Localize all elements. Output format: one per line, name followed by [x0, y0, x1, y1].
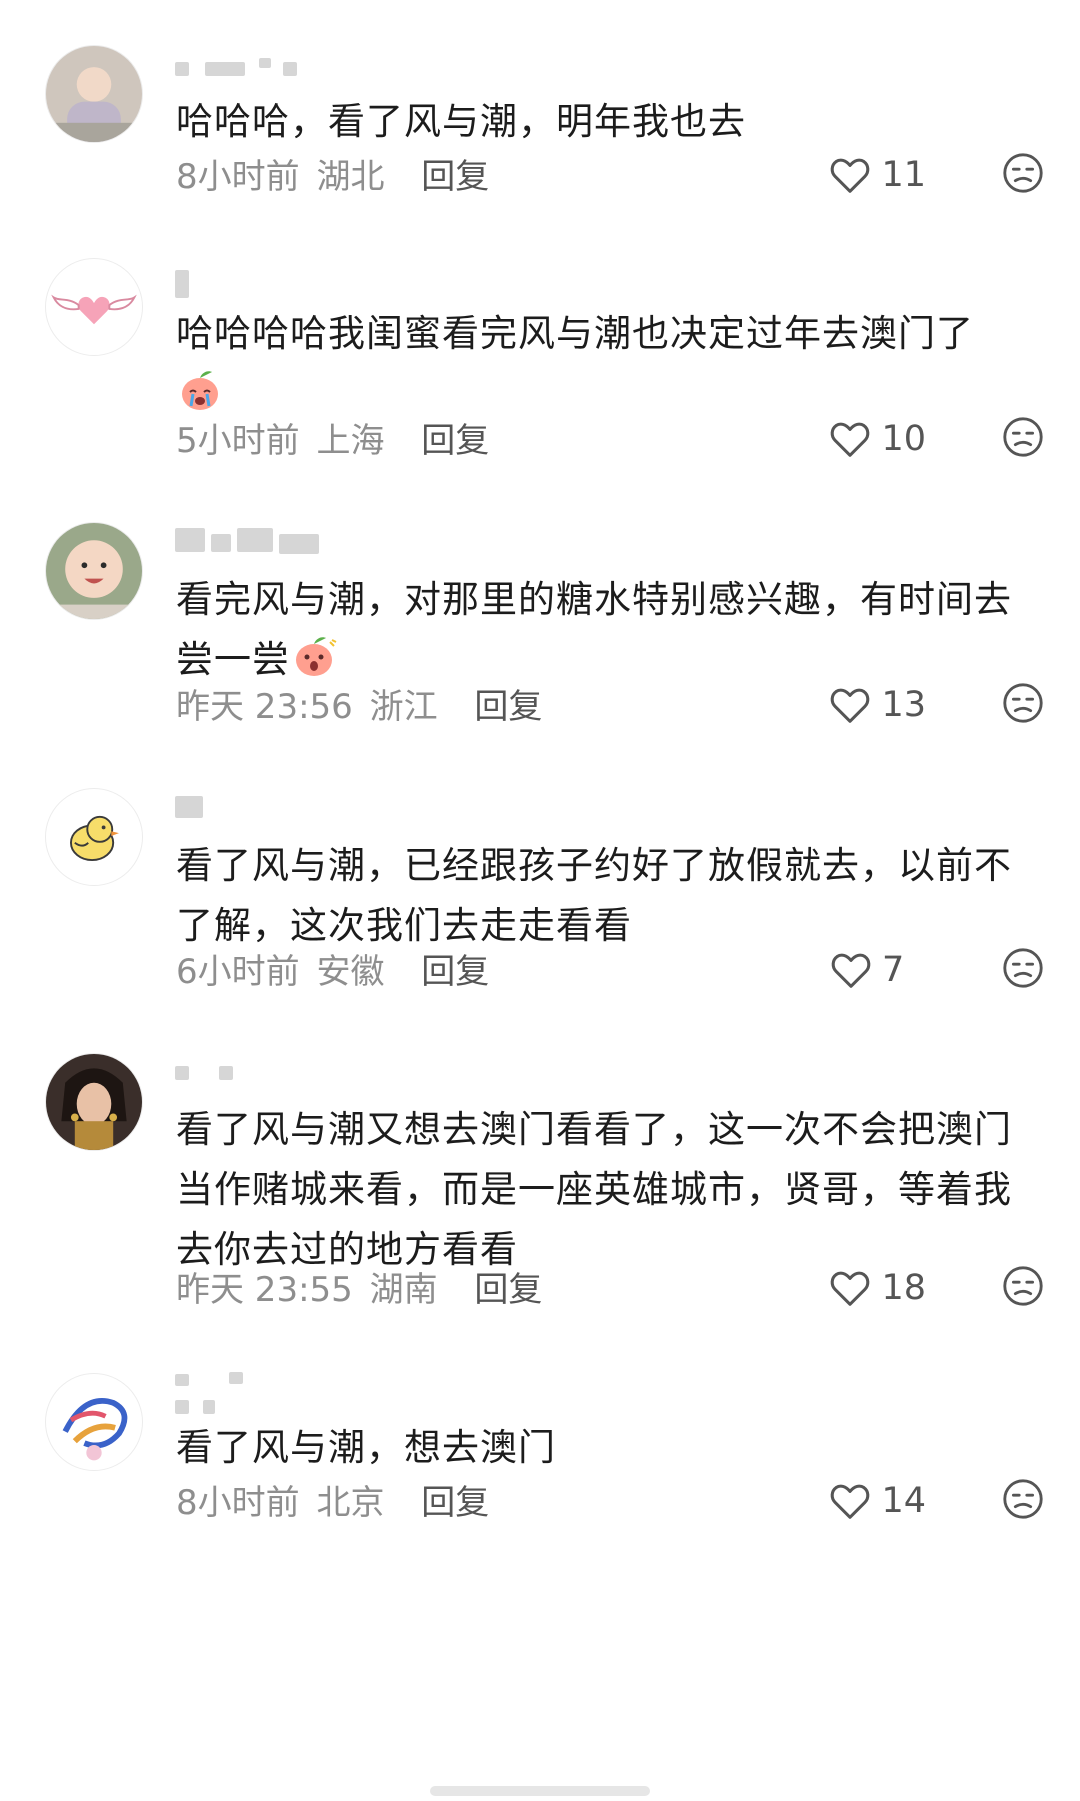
- dislike-face-icon[interactable]: [1000, 1476, 1046, 1522]
- crying-peach-emoji-icon: [176, 366, 224, 414]
- like-button[interactable]: 18: [827, 1263, 926, 1313]
- comment-time: 昨天 23:56: [176, 687, 353, 727]
- comment-time: 6小时前: [176, 952, 300, 992]
- comment-text: 哈哈哈，看了风与潮，明年我也去: [176, 100, 746, 143]
- baby-photo-avatar-icon: [46, 46, 142, 142]
- like-button[interactable]: 14: [827, 1476, 926, 1526]
- comment-text: 看了风与潮又想去澳门看看了，这一次不会把澳门当作赌城来看，而是一座英雄城市，贤哥…: [176, 1108, 1012, 1271]
- dislike-face-icon[interactable]: [1000, 1263, 1046, 1309]
- avatar[interactable]: [45, 1373, 143, 1471]
- comment-meta: 6小时前 安徽 回复 7: [176, 947, 1056, 997]
- heart-icon: [831, 1484, 870, 1519]
- woman-portrait-avatar-icon: [46, 1054, 142, 1150]
- comment-meta: 8小时前 北京 回复 14: [176, 1478, 1056, 1528]
- avatar[interactable]: [45, 258, 143, 356]
- username-redacted[interactable]: [175, 528, 345, 554]
- comment-text: 看了风与潮，想去澳门: [176, 1426, 556, 1469]
- like-button[interactable]: 7: [828, 945, 926, 995]
- like-count: 14: [881, 1481, 926, 1521]
- comment-text-content: 哈哈哈哈我闺蜜看完风与潮也决定过年去澳门了: [176, 312, 974, 355]
- like-count: 10: [881, 419, 926, 459]
- heart-icon: [831, 953, 871, 988]
- username-redacted[interactable]: [175, 58, 345, 84]
- like-count: 13: [881, 685, 926, 725]
- reply-button[interactable]: 回复: [421, 1483, 489, 1523]
- heart-icon: [831, 422, 870, 457]
- comment-text: 看完风与潮，对那里的糖水特别感兴趣，有时间去尝一尝: [176, 570, 1016, 690]
- heart-icon: [831, 1271, 870, 1306]
- comment-text: 哈哈哈哈我闺蜜看完风与潮也决定过年去澳门了: [176, 304, 1016, 424]
- comment-region: 浙江: [369, 687, 438, 727]
- comment-time: 5小时前: [176, 421, 300, 461]
- like-button[interactable]: 11: [827, 150, 926, 200]
- like-count: 11: [881, 155, 926, 195]
- username-redacted[interactable]: [175, 1066, 345, 1092]
- heart-icon: [831, 688, 870, 723]
- avatar[interactable]: [45, 45, 143, 143]
- avatar[interactable]: [45, 522, 143, 620]
- comment-region: 上海: [316, 421, 385, 461]
- like-count: 7: [882, 950, 905, 990]
- comment-region: 湖北: [316, 157, 385, 197]
- yellow-chick-avatar-icon: [46, 789, 142, 885]
- dislike-face-icon[interactable]: [1000, 150, 1046, 196]
- surprised-peach-emoji-icon: [290, 632, 338, 680]
- username-redacted[interactable]: [175, 796, 345, 822]
- username-redacted[interactable]: [175, 1372, 345, 1414]
- reply-button[interactable]: 回复: [421, 157, 489, 197]
- winged-heart-avatar-icon: [46, 259, 142, 355]
- smiling-baby-avatar-icon: [46, 523, 142, 619]
- heart-icon: [831, 158, 870, 193]
- reply-button[interactable]: 回复: [474, 687, 542, 727]
- avatar[interactable]: [45, 1053, 143, 1151]
- comment-meta: 昨天 23:56 浙江 回复 13: [176, 682, 1056, 732]
- comment-region: 安徽: [316, 952, 385, 992]
- reply-button[interactable]: 回复: [421, 952, 489, 992]
- comment-meta: 昨天 23:55 湖南 回复 18: [176, 1265, 1056, 1315]
- username-redacted[interactable]: [175, 270, 345, 298]
- dislike-face-icon[interactable]: [1000, 945, 1046, 991]
- comment-text: 看了风与潮，已经跟孩子约好了放假就去，以前不了解，这次我们去走走看看: [176, 844, 1012, 947]
- like-button[interactable]: 10: [827, 414, 926, 464]
- avatar[interactable]: [45, 788, 143, 886]
- comment-meta: 8小时前 湖北 回复 11: [176, 152, 1056, 202]
- comment-meta: 5小时前 上海 回复 10: [176, 416, 1056, 466]
- reply-button[interactable]: 回复: [474, 1270, 542, 1310]
- comment-region: 湖南: [369, 1270, 438, 1310]
- home-indicator: [430, 1786, 650, 1796]
- like-count: 18: [881, 1268, 926, 1308]
- colorful-swirl-avatar-icon: [46, 1374, 142, 1470]
- dislike-face-icon[interactable]: [1000, 680, 1046, 726]
- comment-time: 昨天 23:55: [176, 1270, 353, 1310]
- dislike-face-icon[interactable]: [1000, 414, 1046, 460]
- reply-button[interactable]: 回复: [421, 421, 489, 461]
- comment-region: 北京: [316, 1483, 385, 1523]
- comment-time: 8小时前: [176, 1483, 300, 1523]
- like-button[interactable]: 13: [827, 680, 926, 730]
- comment-time: 8小时前: [176, 157, 300, 197]
